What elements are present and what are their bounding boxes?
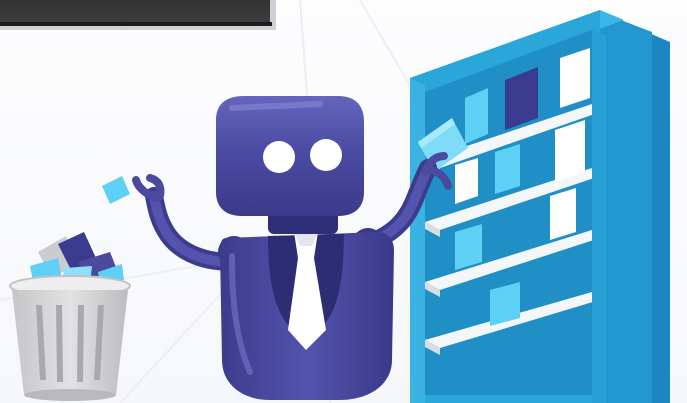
trash-can-icon: [9, 232, 131, 401]
illustration-canvas: [0, 0, 670, 403]
monitor-icon: [0, 0, 276, 30]
illustration-scene: [0, 0, 687, 403]
file-card-icon: [102, 176, 130, 204]
bookshelf-icon: [410, 10, 670, 403]
robot-icon: [132, 96, 452, 400]
